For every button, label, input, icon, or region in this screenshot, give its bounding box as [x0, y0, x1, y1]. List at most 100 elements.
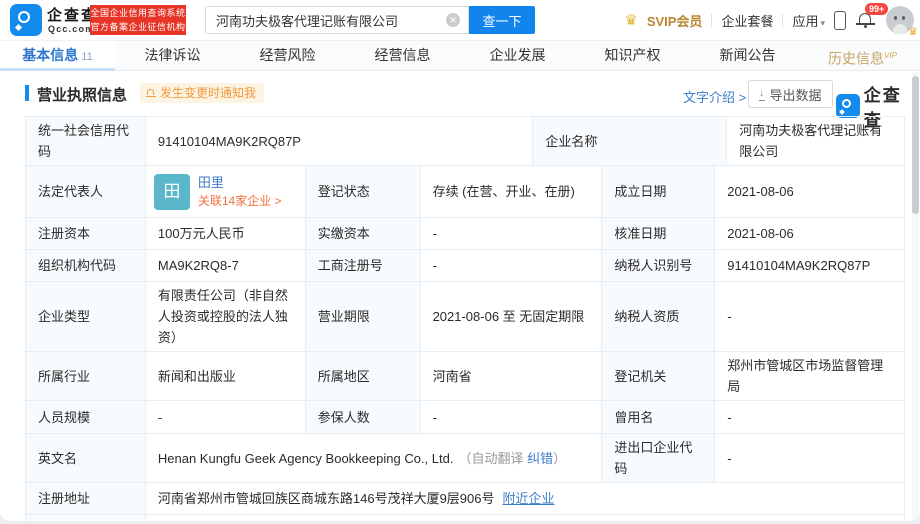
notifications-bell-icon[interactable]: 99+ [855, 3, 889, 31]
tab-enterprise-development[interactable]: 企业发展 [460, 41, 575, 70]
table-row: 英文名 Henan Kungfu Geek Agency Bookkeeping … [26, 434, 905, 483]
field-label: 注册地址 [26, 483, 146, 515]
field-value: 91410104MA9K2RQ87P [145, 117, 534, 166]
qcc-watermark-icon [836, 94, 860, 118]
vip-crown-icon: ♛ [908, 26, 918, 38]
legal-rep-name-link[interactable]: 田里 [198, 174, 282, 192]
table-row: 注册资本 100万元人民币 实缴资本 - 核准日期 2021-08-06 [26, 218, 905, 250]
english-name-text: Henan Kungfu Geek Agency Bookkeeping Co.… [157, 450, 454, 466]
apps-menu[interactable]: 应用 ▾ [792, 11, 825, 30]
field-label: 成立日期 [602, 166, 716, 218]
field-label: 工商注册号 [305, 250, 421, 282]
field-value: 2021-08-06 [715, 218, 905, 250]
field-value: - [715, 282, 905, 352]
qcc-logo-icon[interactable] [10, 4, 42, 36]
field-value: 新闻和出版业 [145, 352, 306, 401]
field-label: 参保人数 [305, 401, 421, 434]
content-panel: 营业执照信息 发生变更时通知我 文字介绍 > ↓ 导出数据 企查查 统一社会信用… [0, 72, 920, 521]
qcc-logo-domain: Qcc.com [48, 24, 95, 34]
tab-label: 企业发展 [489, 47, 546, 63]
top-bar: 企查查 Qcc.com 全国企业信用查询系统 官方备案企业征信机构 ✕ 查一下 … [0, 0, 920, 40]
tab-count-badge: 11 [81, 51, 93, 63]
field-label: 实缴资本 [305, 218, 421, 250]
field-label: 注册资本 [26, 218, 146, 250]
tab-operation-risk[interactable]: 经营风险 [230, 41, 345, 70]
clear-icon[interactable]: ✕ [446, 13, 460, 27]
field-label: 人员规模 [26, 401, 146, 434]
field-label: 统一社会信用代码 [26, 117, 146, 166]
field-value: 2021-08-06 [715, 166, 905, 218]
tab-basic-info[interactable]: 基本信息 11 [0, 41, 115, 71]
svip-member-link[interactable]: SVIP会员 [647, 11, 703, 30]
tab-intellectual-property[interactable]: 知识产权 [575, 41, 690, 70]
field-value: 100万元人民币 [145, 218, 306, 250]
table-row: 经营范围许可项目：代理记账（依法须经批准的项目，经相关部门批准后方可开展经营活动… [26, 515, 905, 521]
logo-tail [14, 23, 23, 32]
field-label: 纳税人资质 [602, 282, 716, 352]
table-row: 所属行业 新闻和出版业 所属地区 河南省 登记机关 郑州市管城区市场监督管理局 [26, 352, 905, 401]
field-label: 所属行业 [26, 352, 146, 401]
field-label: 登记机关 [602, 352, 716, 401]
tab-operation-info[interactable]: 经营信息 [345, 41, 460, 70]
legal-rep-avatar[interactable]: 田 [153, 173, 190, 210]
table-row: 统一社会信用代码 91410104MA9K2RQ87P 企业名称 河南功夫极客代理记账… [26, 117, 905, 166]
search-button[interactable]: 查一下 [469, 6, 535, 34]
table-row: 法定代表人田田里 关联14家企业 > 登记状态 存续 (在营、开业、在册) 成立日期 20… [26, 166, 905, 218]
field-label: 进出口企业代码 [602, 434, 716, 483]
enterprise-package-link[interactable]: 企业套餐 [721, 11, 773, 30]
tab-label: 新闻公告 [719, 47, 776, 63]
table-row: 注册地址 河南省郑州市管城回族区商城东路146号茂祥大厦9层906号 附近企业 [26, 483, 905, 515]
tab-label: 知识产权 [604, 47, 661, 63]
page-card: 企查查 Qcc.com 全国企业信用查询系统 官方备案企业征信机构 ✕ 查一下 … [0, 0, 920, 521]
tab-history-info[interactable]: 历史信息VIP [805, 41, 920, 70]
export-data-button[interactable]: ↓ 导出数据 [748, 80, 833, 108]
related-companies-link[interactable]: 关联14家企业 > [198, 192, 282, 210]
tab-legal-litigation[interactable]: 法律诉讼 [115, 41, 230, 70]
auto-translate-note: （自动翻译 纠错） [458, 448, 566, 469]
field-value: 2021-08-06 至 无固定期限 [420, 282, 603, 352]
field-label: 法定代表人 [26, 166, 146, 218]
text-intro-link[interactable]: 文字介绍 > [683, 87, 746, 106]
notification-count-badge: 99+ [865, 3, 889, 15]
legal-representative-cell: 田田里 关联14家企业 > [145, 166, 306, 218]
tab-label: 历史信息 [828, 50, 885, 67]
scrollbar-thumb[interactable] [912, 76, 919, 214]
bell-icon [146, 87, 156, 99]
cert-line2: 官方备案企业征信机构 [90, 22, 186, 32]
field-value: 许可项目：代理记账（依法须经批准的项目，经相关部门批准后方可开展经营活动，具体经… [146, 515, 905, 521]
section-accent-bar [25, 85, 29, 101]
chevron-down-icon: ▾ [820, 17, 825, 28]
note-suffix: ） [553, 450, 567, 466]
field-value: 郑州市管城区市场监督管理局 [715, 352, 905, 401]
nearby-companies-link[interactable]: 附近企业 [503, 488, 555, 509]
field-value: - [715, 434, 905, 483]
field-value: - [145, 401, 306, 434]
field-label: 所属地区 [305, 352, 421, 401]
search-input[interactable] [206, 12, 446, 28]
user-avatar[interactable]: ♛ [886, 6, 918, 38]
divider [711, 13, 713, 27]
mobile-app-icon[interactable] [834, 10, 846, 30]
field-label: 登记状态 [305, 166, 421, 218]
section-title: 营业执照信息 [37, 87, 128, 104]
field-label: 英文名 [26, 434, 146, 483]
tab-label: 经营风险 [259, 47, 316, 63]
table-row: 人员规模 - 参保人数 - 曾用名 - [26, 401, 905, 434]
field-value: MA9K2RQ8-7 [145, 250, 306, 282]
business-license-table: 统一社会信用代码 91410104MA9K2RQ87P 企业名称 河南功夫极客代理记账… [25, 116, 905, 521]
field-label: 纳税人识别号 [602, 250, 716, 282]
field-label: 企业名称 [533, 117, 728, 166]
tab-label: 基本信息 [22, 47, 79, 63]
field-value: 河南功夫极客代理记账有限公司 [727, 117, 905, 166]
notify-on-change-button[interactable]: 发生变更时通知我 [140, 83, 265, 103]
tab-news-announcement[interactable]: 新闻公告 [690, 41, 805, 70]
crown-icon: ♛ [624, 12, 638, 29]
registered-address-text: 河南省郑州市管城回族区商城东路146号茂祥大厦9层906号 [157, 491, 495, 506]
table-row: 组织机构代码 MA9K2RQ8-7 工商注册号 - 纳税人识别号 91410104MA9K… [26, 250, 905, 282]
field-label: 营业期限 [305, 282, 421, 352]
field-value: 91410104MA9K2RQ87P [715, 250, 905, 282]
correction-link[interactable]: 纠错 [527, 451, 553, 466]
field-value: - [715, 401, 905, 434]
legal-rep-info: 田里 关联14家企业 > [198, 174, 282, 210]
field-value: Henan Kungfu Geek Agency Bookkeeping Co.… [145, 434, 603, 483]
